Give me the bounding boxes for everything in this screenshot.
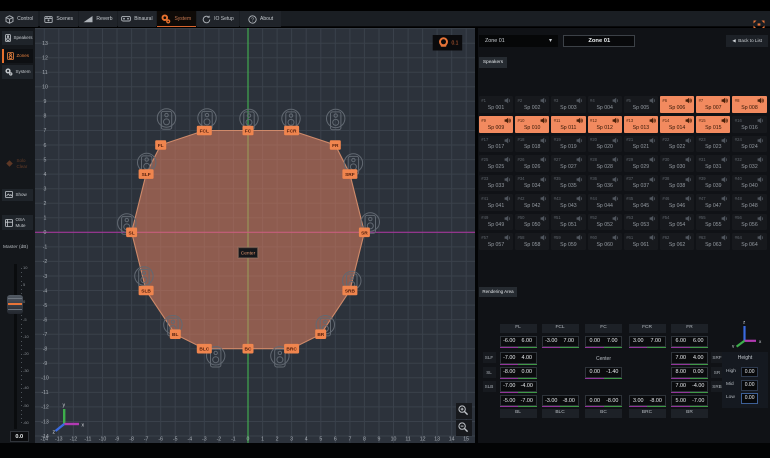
svg-text:9: 9 — [378, 437, 381, 443]
svg-text:0.1: 0.1 — [452, 40, 459, 46]
svg-text:-1: -1 — [231, 437, 236, 443]
svg-text:3: 3 — [44, 187, 47, 193]
svg-text:15: 15 — [463, 437, 469, 443]
svg-text:BLC: BLC — [199, 347, 209, 353]
svg-text:y: y — [732, 344, 735, 349]
svg-text:1: 1 — [44, 216, 47, 222]
svg-text:FC: FC — [245, 129, 252, 135]
svg-text:SLB: SLB — [141, 289, 151, 295]
svg-text:12: 12 — [420, 437, 426, 443]
svg-text:-5: -5 — [43, 303, 48, 309]
svg-text:2: 2 — [276, 437, 279, 443]
svg-text:12: 12 — [42, 56, 48, 62]
svg-text:-4: -4 — [43, 288, 48, 294]
svg-text:9: 9 — [44, 99, 47, 105]
svg-text:y: y — [63, 403, 66, 409]
svg-text:-13: -13 — [55, 437, 63, 443]
svg-text:-5: -5 — [173, 437, 178, 443]
svg-text:FCL: FCL — [200, 129, 209, 135]
svg-text:-14: -14 — [41, 437, 49, 443]
svg-text:6: 6 — [44, 143, 47, 149]
svg-text:13: 13 — [42, 41, 48, 47]
svg-text:5: 5 — [44, 157, 47, 163]
svg-text:BRC: BRC — [286, 347, 297, 353]
svg-text:FR: FR — [332, 143, 339, 149]
svg-text:4: 4 — [44, 172, 47, 178]
svg-text:Center: Center — [241, 251, 256, 257]
svg-text:7: 7 — [348, 437, 351, 443]
svg-text:FL: FL — [158, 143, 164, 149]
svg-text:BR: BR — [317, 332, 324, 338]
svg-text:14: 14 — [449, 437, 455, 443]
svg-text:x: x — [82, 423, 85, 429]
svg-text:-6: -6 — [43, 317, 48, 323]
svg-text:-9: -9 — [43, 361, 48, 367]
svg-text:FCR: FCR — [287, 129, 297, 135]
svg-text:3: 3 — [290, 437, 293, 443]
svg-text:10: 10 — [391, 437, 397, 443]
svg-text:0: 0 — [247, 437, 250, 443]
svg-text:SRB: SRB — [345, 289, 356, 295]
svg-text:8: 8 — [44, 114, 47, 120]
svg-text:-9: -9 — [115, 437, 120, 443]
svg-text:BL: BL — [172, 332, 178, 338]
svg-text:SRF: SRF — [345, 172, 355, 178]
svg-text:8: 8 — [363, 437, 366, 443]
svg-text:-3: -3 — [43, 274, 48, 280]
svg-text:x: x — [759, 339, 762, 344]
svg-text:-2: -2 — [217, 437, 222, 443]
svg-text:10: 10 — [42, 85, 48, 91]
svg-text:11: 11 — [42, 70, 47, 76]
svg-text:SLF: SLF — [142, 172, 151, 178]
svg-text:-8: -8 — [43, 347, 48, 353]
svg-text:BC: BC — [245, 347, 252, 353]
svg-text:-4: -4 — [187, 437, 192, 443]
svg-text:-10: -10 — [99, 437, 107, 443]
svg-text:4: 4 — [305, 437, 308, 443]
svg-text:-3: -3 — [202, 437, 207, 443]
svg-text:-13: -13 — [41, 419, 49, 425]
svg-text:-12: -12 — [70, 437, 78, 443]
svg-text:-6: -6 — [158, 437, 163, 443]
svg-text:7: 7 — [44, 128, 47, 134]
svg-text:z: z — [743, 320, 746, 325]
svg-text:-11: -11 — [41, 390, 48, 396]
svg-text:-8: -8 — [129, 437, 134, 443]
svg-text:-7: -7 — [43, 332, 48, 338]
svg-text:1: 1 — [261, 437, 264, 443]
svg-text:2: 2 — [44, 201, 47, 207]
svg-text:5: 5 — [319, 437, 322, 443]
svg-text:?: ? — [251, 17, 254, 23]
svg-text:z: z — [53, 430, 56, 436]
svg-text:6: 6 — [334, 437, 337, 443]
svg-text:-1: -1 — [43, 245, 48, 251]
svg-text:SL: SL — [129, 230, 135, 236]
svg-text:-7: -7 — [144, 437, 149, 443]
svg-text:SR: SR — [361, 230, 368, 236]
svg-text:-2: -2 — [43, 259, 48, 265]
svg-text:11: 11 — [405, 437, 410, 443]
svg-text:-10: -10 — [41, 376, 49, 382]
svg-text:0: 0 — [44, 230, 47, 236]
svg-text:-12: -12 — [41, 405, 49, 411]
svg-text:-11: -11 — [84, 437, 91, 443]
svg-text:13: 13 — [434, 437, 440, 443]
